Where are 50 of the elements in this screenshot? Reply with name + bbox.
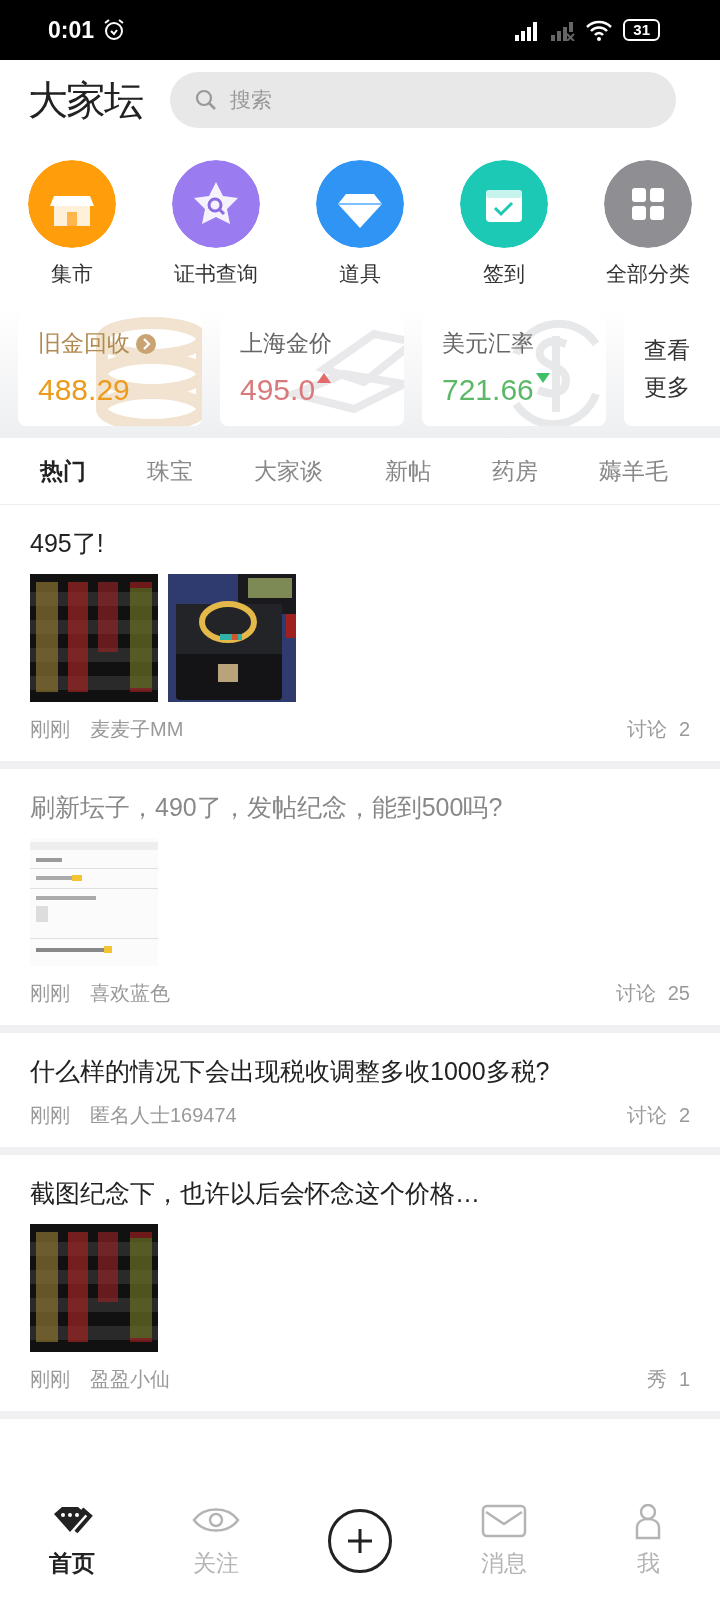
post-time: 刚刚 <box>30 717 70 742</box>
status-time: 0:01 <box>48 16 95 44</box>
post-time: 刚刚 <box>30 1103 70 1128</box>
price-value: 488.29 <box>38 373 130 407</box>
nav-item[interactable]: 首页 <box>48 1503 96 1579</box>
price-card[interactable]: 旧金回收 488.29 <box>18 314 202 426</box>
shortcut-icon[interactable] <box>604 160 692 248</box>
shortcut-label[interactable]: 道具 <box>339 260 381 288</box>
stat-count: 1 <box>678 1368 690 1391</box>
price-title: 上海金价 <box>240 329 332 358</box>
price-value: 495.0 <box>240 373 316 407</box>
search-field[interactable]: 搜索 <box>170 72 676 128</box>
shortcut-label[interactable]: 签到 <box>483 260 525 288</box>
post-title[interactable]: 刷新坛子，490了，发帖纪念，能到500吗? <box>30 791 690 824</box>
shortcut-icon[interactable] <box>172 160 260 248</box>
stat-label: 讨论 <box>626 717 667 742</box>
price-title: 旧金回收 <box>38 329 130 358</box>
post-title[interactable]: 什么样的情况下会出现税收调整多收1000多税? <box>30 1055 690 1088</box>
post-time: 刚刚 <box>30 1367 70 1392</box>
add-button[interactable] <box>328 1509 392 1573</box>
price-value: 721.66 <box>442 373 534 407</box>
stat-label: 讨论 <box>615 981 656 1006</box>
stat-count: 2 <box>678 718 690 741</box>
wifi-icon <box>585 19 614 41</box>
shortcut-icon[interactable] <box>316 160 404 248</box>
shortcut-label[interactable]: 证书查询 <box>174 260 258 288</box>
app-logo: 大家坛 <box>28 76 142 124</box>
stat-label: 秀 <box>646 1367 667 1392</box>
category-tab[interactable]: 新帖 <box>384 455 431 487</box>
category-tab[interactable]: 药房 <box>491 455 538 487</box>
category-tab[interactable]: 珠宝 <box>147 455 194 487</box>
post-title[interactable]: 495了! <box>30 527 690 560</box>
stat-count: 2 <box>678 1104 690 1127</box>
post-time: 刚刚 <box>30 981 70 1006</box>
shortcut-icon[interactable] <box>28 160 116 248</box>
battery-level: 31 <box>623 19 660 41</box>
mail-icon <box>480 1503 528 1540</box>
post-author[interactable]: 喜欢蓝色 <box>90 980 596 1007</box>
category-tab[interactable]: 薅羊毛 <box>598 455 668 487</box>
signal-off-icon <box>549 19 578 41</box>
stat-label: 讨论 <box>626 1103 667 1128</box>
stat-count: 25 <box>667 982 690 1005</box>
price-title: 美元汇率 <box>442 329 534 358</box>
shortcut-label[interactable]: 全部分类 <box>606 260 690 288</box>
category-tab[interactable]: 热门 <box>40 455 86 487</box>
category-tab[interactable]: 大家谈 <box>254 455 324 487</box>
plus-icon <box>347 1528 373 1554</box>
post-title[interactable]: 截图纪念下，也许以后会怀念这个价格… <box>30 1177 690 1210</box>
shortcut-icon[interactable] <box>460 160 548 248</box>
shortcut-label[interactable]: 集市 <box>51 260 93 288</box>
